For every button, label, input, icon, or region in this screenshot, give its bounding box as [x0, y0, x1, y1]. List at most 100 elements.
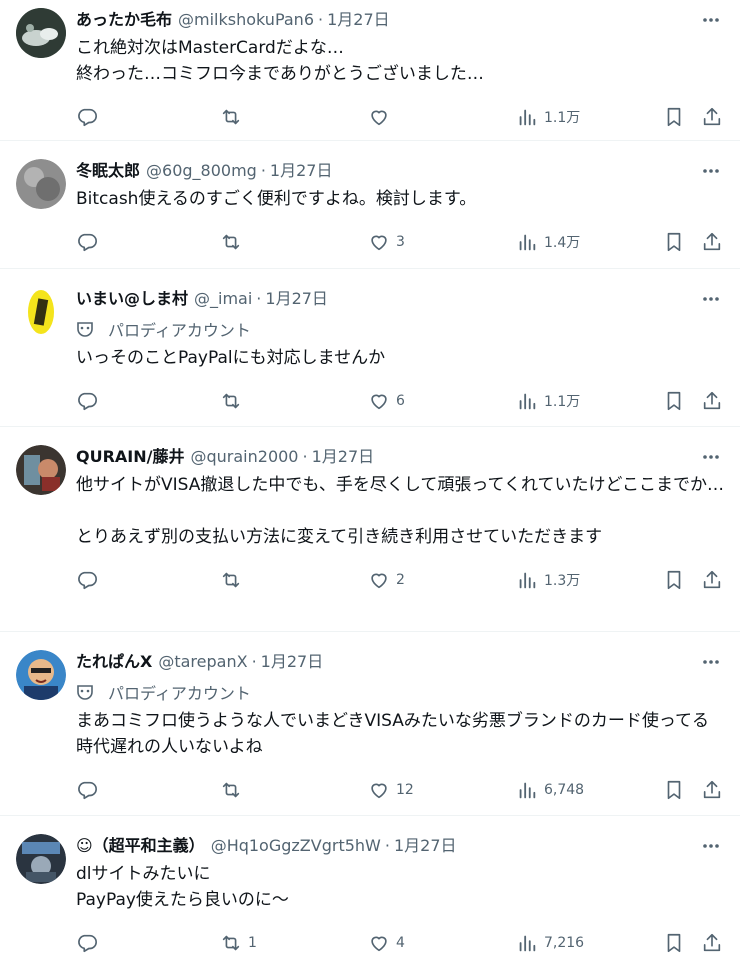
user-handle[interactable]: @Hq1oGgzZVgrt5hW — [211, 834, 381, 858]
views-button[interactable]: 1.3万 — [516, 569, 580, 591]
repost-button[interactable] — [220, 106, 248, 128]
repost-button[interactable]: 1 — [220, 932, 257, 954]
user-handle[interactable]: @tarepanX — [158, 650, 247, 674]
views-button[interactable]: 1.1万 — [516, 390, 580, 412]
action-bar: 2 1.3万 — [76, 568, 724, 592]
more-dots-icon[interactable] — [698, 650, 724, 674]
reply-button[interactable] — [76, 106, 104, 128]
post-date[interactable]: 1月27日 — [261, 650, 324, 674]
share-icon — [703, 391, 721, 410]
avatar[interactable] — [16, 445, 66, 495]
bookmark-button[interactable] — [663, 779, 685, 801]
avatar[interactable] — [16, 834, 66, 884]
avatar[interactable] — [16, 159, 66, 209]
share-button[interactable] — [701, 779, 723, 801]
like-button[interactable]: 4 — [368, 932, 405, 954]
user-handle[interactable]: @60g_800mg — [146, 159, 257, 183]
post[interactable]: いまい@しま村 @_imai · 1月27日 パロディアカウント いっそのことP… — [0, 269, 740, 427]
repost-button[interactable] — [220, 569, 248, 591]
reply-button[interactable] — [76, 231, 104, 253]
parody-label: パロディアカウント — [76, 316, 724, 342]
post[interactable]: 冬眠太郎 @60g_800mg · 1月27日 Bitcash使えるのすごく便利… — [0, 141, 740, 269]
share-button[interactable] — [701, 231, 723, 253]
views-chart-icon — [519, 935, 536, 952]
like-button[interactable]: 3 — [368, 231, 405, 253]
display-name[interactable]: 冬眠太郎 — [76, 159, 140, 183]
like-count: 2 — [396, 572, 405, 588]
views-button[interactable]: 1.1万 — [516, 106, 580, 128]
parody-mask-icon — [77, 322, 93, 337]
display-name[interactable]: たれぱんX — [76, 650, 152, 674]
views-chart-icon — [519, 109, 536, 126]
reply-feed: あったか毛布 @milkshokuPan6 · 1月27日 これ絶対次はMast… — [0, 0, 740, 958]
user-handle[interactable]: @_imai — [194, 287, 252, 311]
views-button[interactable]: 7,216 — [516, 932, 584, 954]
views-button[interactable]: 1.4万 — [516, 231, 580, 253]
avatar[interactable] — [16, 287, 66, 337]
bookmark-button[interactable] — [663, 932, 685, 954]
display-name[interactable]: いまい@しま村 — [76, 287, 188, 311]
display-name[interactable]: ☺（超平和主義） — [76, 834, 205, 858]
bookmark-button[interactable] — [663, 231, 685, 253]
post-date[interactable]: 1月27日 — [265, 287, 328, 311]
views-button[interactable]: 6,748 — [516, 779, 584, 801]
reply-button[interactable] — [76, 932, 104, 954]
heart-icon — [371, 110, 387, 126]
bookmark-button[interactable] — [663, 390, 685, 412]
repost-button[interactable] — [220, 390, 248, 412]
post-text: 他サイトがVISA撤退した中でも、手を尽くして頑張ってくれていたけどここまでか…… — [76, 475, 724, 547]
reply-button[interactable] — [76, 779, 104, 801]
like-count: 6 — [396, 393, 405, 409]
heart-icon — [371, 394, 387, 410]
share-button[interactable] — [701, 932, 723, 954]
post-header: いまい@しま村 @_imai · 1月27日 — [76, 287, 724, 311]
parody-mask-icon — [77, 685, 93, 700]
reply-button[interactable] — [76, 390, 104, 412]
more-dots-icon[interactable] — [698, 445, 724, 469]
action-bar: 1 4 7,216 — [76, 931, 724, 955]
separator-dot: · — [302, 447, 308, 466]
heart-icon — [371, 573, 387, 589]
bookmark-button[interactable] — [663, 106, 685, 128]
reply-icon — [78, 392, 97, 411]
view-count: 7,216 — [544, 935, 585, 951]
repost-button[interactable] — [220, 779, 248, 801]
share-button[interactable] — [701, 106, 723, 128]
repost-icon — [222, 234, 240, 250]
post-text: いっそのことPayPalにも対応しませんか — [76, 348, 386, 368]
user-handle[interactable]: @qurain2000 — [191, 445, 299, 469]
repost-icon — [222, 782, 240, 798]
display-name[interactable]: あったか毛布 — [76, 8, 172, 32]
like-button[interactable]: 2 — [368, 569, 405, 591]
share-button[interactable] — [701, 390, 723, 412]
repost-icon — [222, 935, 240, 951]
share-button[interactable] — [701, 569, 723, 591]
like-button[interactable]: 12 — [368, 779, 414, 801]
parody-text: パロディアカウント — [108, 321, 251, 340]
post-date[interactable]: 1月27日 — [312, 445, 375, 469]
action-bar: 3 1.4万 — [76, 230, 724, 254]
more-dots-icon[interactable] — [698, 287, 724, 311]
post[interactable]: たれぱんX @tarepanX · 1月27日 パロディアカウント まあコミフロ… — [0, 632, 740, 816]
repost-button[interactable] — [220, 231, 248, 253]
like-button[interactable]: 6 — [368, 390, 405, 412]
post-date[interactable]: 1月27日 — [394, 834, 457, 858]
display-name[interactable]: QURAIN/藤井 — [76, 445, 185, 469]
more-dots-icon[interactable] — [698, 159, 724, 183]
more-dots-icon[interactable] — [698, 8, 724, 32]
avatar[interactable] — [16, 8, 66, 58]
separator-dot: · — [318, 10, 324, 29]
separator-dot: · — [260, 161, 266, 180]
like-button[interactable] — [368, 106, 396, 128]
post[interactable]: QURAIN/藤井 @qurain2000 · 1月27日 他サイトがVISA撤… — [0, 427, 740, 632]
user-handle[interactable]: @milkshokuPan6 — [178, 8, 314, 32]
avatar[interactable] — [16, 650, 66, 700]
share-icon — [703, 570, 721, 589]
bookmark-button[interactable] — [663, 569, 685, 591]
post-date[interactable]: 1月27日 — [327, 8, 390, 32]
reply-button[interactable] — [76, 569, 104, 591]
post[interactable]: ☺（超平和主義） @Hq1oGgzZVgrt5hW · 1月27日 dlサイトみ… — [0, 816, 740, 958]
post-date[interactable]: 1月27日 — [270, 159, 333, 183]
more-dots-icon[interactable] — [698, 834, 724, 858]
post[interactable]: あったか毛布 @milkshokuPan6 · 1月27日 これ絶対次はMast… — [0, 0, 740, 141]
